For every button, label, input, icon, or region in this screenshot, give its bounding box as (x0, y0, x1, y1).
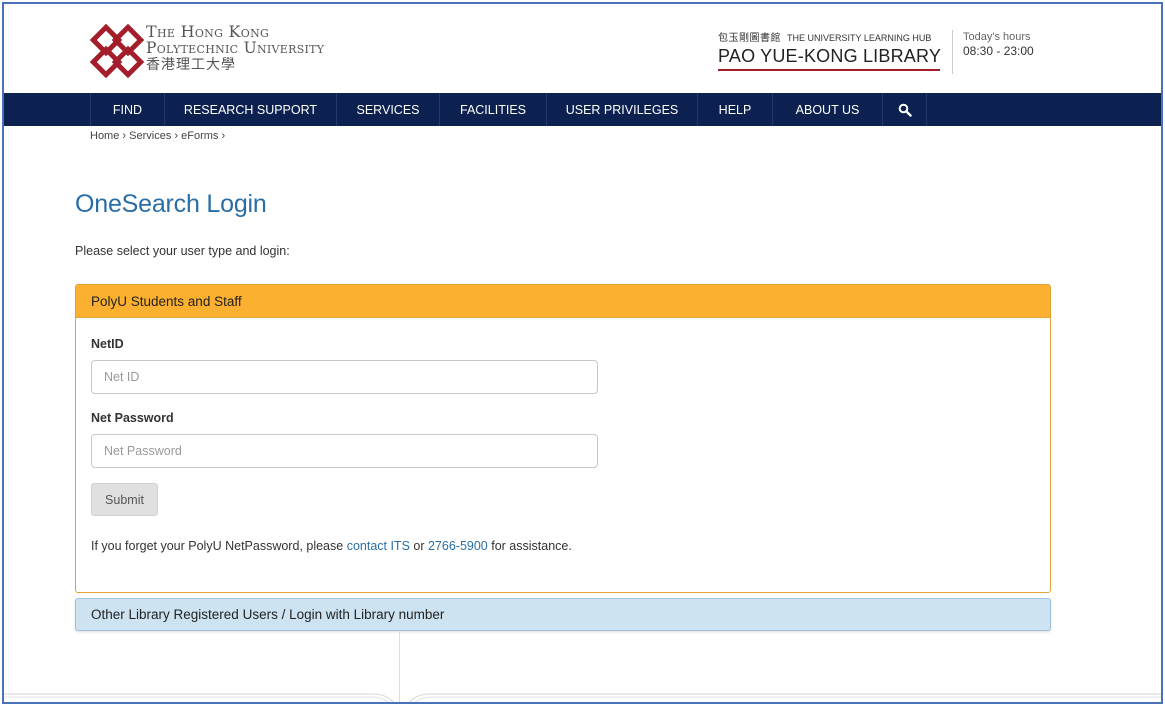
nav-search-button[interactable] (883, 93, 927, 126)
library-logo[interactable]: 包玉剛圖書館 THE UNIVERSITY LEARNING HUB PAO YU… (718, 29, 942, 71)
other-users-panel-heading[interactable]: Other Library Registered Users / Login w… (75, 598, 1051, 631)
breadcrumb-separator: › (174, 130, 179, 142)
browser-frame: The Hong Kong Polytechnic University 香港理… (2, 2, 1163, 704)
nav-item-research-support[interactable]: RESEARCH SUPPORT (165, 93, 337, 126)
main-nav: FIND RESEARCH SUPPORT SERVICES FACILITIE… (4, 93, 1161, 126)
its-phone-link[interactable]: 2766-5900 (428, 539, 488, 553)
submit-button[interactable]: Submit (91, 483, 158, 516)
nav-item-about-us[interactable]: ABOUT US (773, 93, 883, 126)
polyu-login-panel: PolyU Students and Staff NetID Net Passw… (75, 284, 1051, 593)
net-password-label: Net Password (91, 411, 174, 425)
nav-item-services[interactable]: SERVICES (337, 93, 440, 126)
nav-item-help[interactable]: HELP (698, 93, 773, 126)
site-header: The Hong Kong Polytechnic University 香港理… (4, 4, 1161, 93)
polyu-panel-heading[interactable]: PolyU Students and Staff (76, 285, 1050, 318)
library-tagline: THE UNIVERSITY LEARNING HUB (787, 33, 932, 43)
library-name: PAO YUE-KONG LIBRARY (718, 46, 942, 66)
breadcrumb-separator: › (221, 130, 226, 142)
opening-hours: Today's hours 08:30 - 23:00 (963, 31, 1034, 58)
breadcrumb-separator: › (122, 130, 127, 142)
library-underline (718, 69, 940, 71)
nav-item-find[interactable]: FIND (91, 93, 165, 126)
page-intro: Please select your user type and login: (75, 244, 290, 258)
help-prefix: If you forget your PolyU NetPassword, pl… (91, 539, 347, 553)
password-help-text: If you forget your PolyU NetPassword, pl… (91, 539, 572, 553)
breadcrumb-eforms[interactable]: eForms (181, 130, 218, 142)
library-chinese-name: 包玉剛圖書館 (718, 33, 781, 44)
breadcrumb-services[interactable]: Services (129, 130, 171, 142)
polyu-logo-icon[interactable] (88, 22, 146, 80)
university-name[interactable]: The Hong Kong Polytechnic University 香港理… (146, 24, 324, 74)
hours-value: 08:30 - 23:00 (963, 44, 1034, 58)
header-divider (952, 30, 953, 74)
contact-its-link[interactable]: contact ITS (347, 539, 410, 553)
bottom-decoration (4, 693, 1161, 702)
breadcrumb-home[interactable]: Home (90, 130, 119, 142)
help-mid: or (409, 539, 428, 553)
netid-input[interactable] (91, 360, 598, 394)
nav-item-user-privileges[interactable]: USER PRIVILEGES (547, 93, 698, 126)
nav-item-facilities[interactable]: FACILITIES (440, 93, 547, 126)
search-icon (898, 103, 912, 117)
university-name-line1: The Hong Kong (146, 22, 270, 41)
university-name-line2: Polytechnic University (146, 39, 325, 57)
university-name-chinese: 香港理工大學 (146, 57, 236, 73)
netid-label: NetID (91, 337, 124, 351)
hours-label: Today's hours (963, 31, 1031, 43)
help-suffix: for assistance. (487, 539, 572, 553)
breadcrumb: Home › Services › eForms › (90, 130, 225, 142)
net-password-input[interactable] (91, 434, 598, 468)
page-title: OneSearch Login (75, 190, 267, 218)
